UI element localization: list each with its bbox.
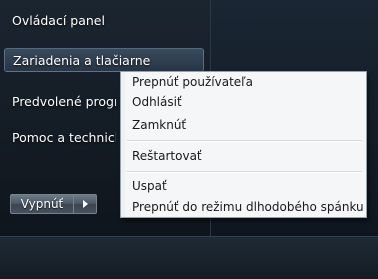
menu-separator bbox=[127, 171, 362, 173]
switch-user-menu-item[interactable]: Prepnúť používateľa bbox=[132, 75, 253, 89]
shutdown-control: Vypnúť bbox=[10, 194, 97, 214]
triangle-right-icon bbox=[82, 200, 88, 208]
help-and-support-item[interactable]: Pomoc a technická podpora bbox=[12, 130, 116, 145]
restart-menu-item[interactable]: Reštartovať bbox=[132, 149, 202, 163]
devices-and-printers-label: Zariadenia a tlačiarne bbox=[13, 53, 151, 68]
control-panel-label: Ovládací panel bbox=[12, 13, 105, 28]
shutdown-options-button[interactable] bbox=[74, 194, 97, 214]
devices-and-printers-item[interactable]: Zariadenia a tlačiarne bbox=[4, 48, 204, 72]
default-programs-item[interactable]: Predvolené programy bbox=[12, 94, 116, 109]
taskbar bbox=[0, 236, 378, 279]
help-and-support-label: Pomoc a technická podpora bbox=[12, 130, 116, 145]
lock-menu-item[interactable]: Zamknúť bbox=[132, 118, 186, 132]
shutdown-button[interactable]: Vypnúť bbox=[10, 194, 74, 214]
control-panel-item[interactable]: Ovládací panel bbox=[12, 13, 207, 28]
hibernate-menu-item[interactable]: Prepnúť do režimu dlhodobého spánku bbox=[132, 200, 364, 214]
menu-separator bbox=[127, 140, 362, 142]
shutdown-options-menu: Prepnúť používateľa Odhlásiť Zamknúť Reš… bbox=[120, 71, 367, 218]
default-programs-label: Predvolené programy bbox=[12, 94, 116, 109]
log-off-menu-item[interactable]: Odhlásiť bbox=[132, 95, 182, 109]
sleep-menu-item[interactable]: Uspať bbox=[132, 179, 167, 193]
